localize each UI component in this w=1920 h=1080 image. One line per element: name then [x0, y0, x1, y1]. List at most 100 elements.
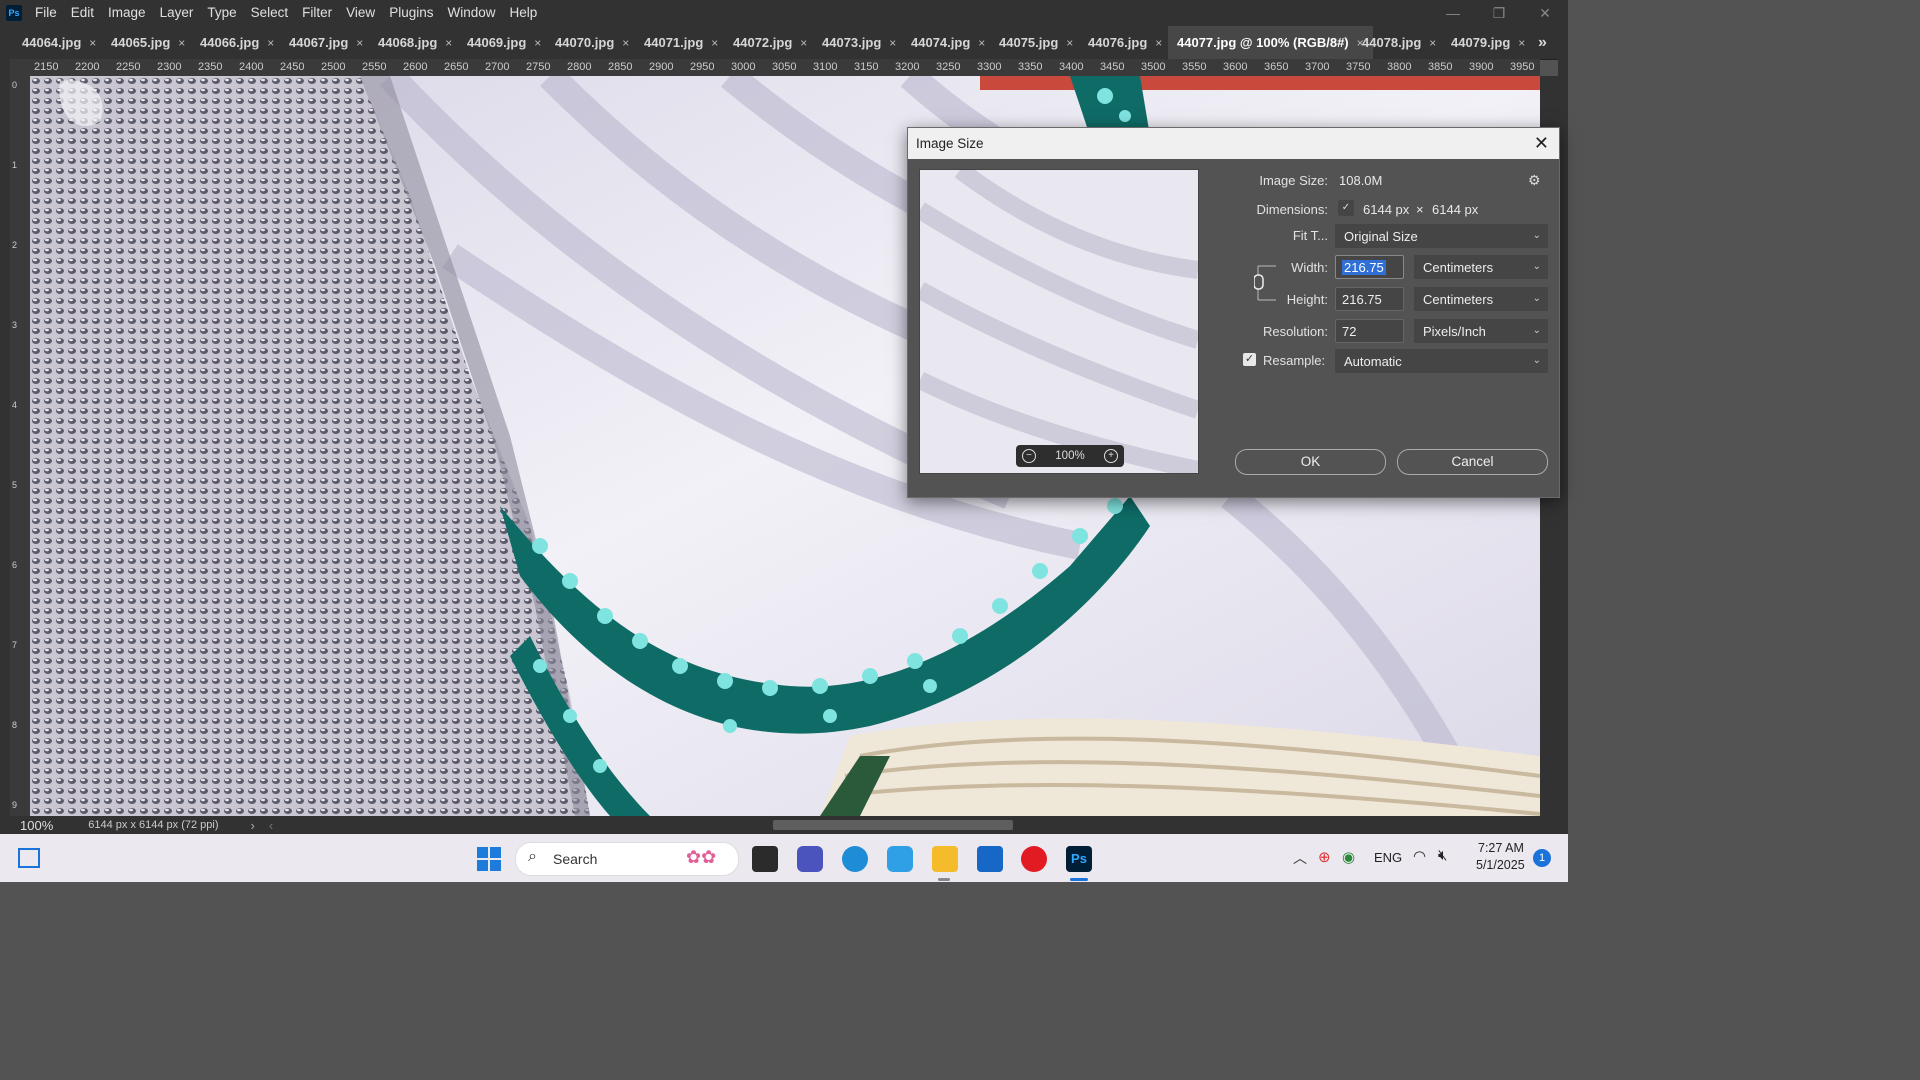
language-indicator[interactable]: ENG — [1374, 850, 1402, 865]
tab-close-icon[interactable]: × — [89, 36, 96, 50]
menu-view[interactable]: View — [339, 0, 382, 26]
height-input[interactable]: 216.75 — [1335, 287, 1404, 311]
resolution-input[interactable]: 72 — [1335, 319, 1404, 343]
menu-file[interactable]: File — [28, 0, 64, 26]
document-info: 6144 px x 6144 px (72 ppi) — [88, 819, 219, 831]
tab-44066[interactable]: 44066.jpg × — [192, 26, 288, 59]
menu-image[interactable]: Image — [101, 0, 153, 26]
hscroll-left-icon[interactable]: ‹ — [269, 818, 273, 833]
resample-checkbox[interactable]: ✓ — [1243, 353, 1256, 366]
hruler-tick: 3100 — [813, 61, 838, 73]
tab-44078[interactable]: 44078.jpg × — [1354, 26, 1450, 59]
tab-44077-active[interactable]: 44077.jpg @ 100% (RGB/8#) × — [1168, 26, 1373, 59]
tab-close-icon[interactable]: × — [800, 36, 807, 50]
tray-app-icon[interactable]: ⊕ — [1318, 848, 1331, 866]
hruler-tick: 3000 — [731, 61, 756, 73]
tab-close-icon[interactable]: × — [445, 36, 452, 50]
height-unit-select[interactable]: Centimeters ⌄ — [1414, 287, 1548, 311]
photoshop-taskbar-icon[interactable]: Ps — [1066, 846, 1092, 872]
zoom-in-icon[interactable]: + — [1103, 449, 1118, 463]
restore-icon[interactable]: ❐ — [1476, 0, 1522, 26]
tab-44068[interactable]: 44068.jpg × — [370, 26, 466, 59]
tab-close-icon[interactable]: × — [534, 36, 541, 50]
zoom-level[interactable]: 100% — [20, 818, 53, 833]
status-arrow-icon[interactable]: › — [251, 818, 255, 833]
menu-window[interactable]: Window — [440, 0, 502, 26]
menu-filter[interactable]: Filter — [295, 0, 339, 26]
clock-time[interactable]: 7:27 AM — [1478, 841, 1524, 855]
store-icon[interactable] — [977, 846, 1003, 872]
file-explorer-icon[interactable] — [932, 846, 958, 872]
menu-layer[interactable]: Layer — [153, 0, 201, 26]
width-input[interactable]: 216.75 — [1335, 255, 1404, 279]
tab-44064[interactable]: 44064.jpg × — [14, 26, 110, 59]
fit-to-select[interactable]: Original Size ⌄ — [1335, 224, 1548, 248]
tab-close-icon[interactable]: × — [622, 36, 629, 50]
dialog-titlebar[interactable]: Image Size ✕ — [908, 128, 1559, 159]
dimensions-dropdown-icon[interactable]: ✓ — [1338, 200, 1354, 216]
tab-44075[interactable]: 44075.jpg × — [991, 26, 1087, 59]
window-close-icon[interactable]: ✕ — [1522, 0, 1568, 26]
menu-help[interactable]: Help — [502, 0, 544, 26]
zoom-out-icon[interactable]: − — [1022, 449, 1036, 463]
settings-gear-icon[interactable]: ⚙ — [1528, 172, 1541, 189]
tab-close-icon[interactable]: × — [978, 36, 985, 50]
dimension-height: 6144 px — [1432, 202, 1479, 217]
resample-value: Automatic — [1344, 354, 1402, 369]
tab-44070[interactable]: 44070.jpg × — [547, 26, 643, 59]
tab-44067[interactable]: 44067.jpg × — [281, 26, 377, 59]
dimension-width: 6144 px — [1363, 202, 1410, 217]
horizontal-scrollbar-thumb[interactable] — [773, 820, 1013, 830]
tab-44065[interactable]: 44065.jpg × — [103, 26, 199, 59]
ok-button[interactable]: OK — [1235, 449, 1386, 475]
hruler-tick: 3850 — [1428, 61, 1453, 73]
minimize-icon[interactable]: — — [1430, 0, 1476, 26]
wifi-icon[interactable]: ◠ — [1413, 847, 1426, 865]
tab-44074[interactable]: 44074.jpg × — [903, 26, 999, 59]
tab-close-icon[interactable]: × — [1518, 36, 1525, 50]
tab-close-icon[interactable]: × — [356, 36, 363, 50]
task-view-icon[interactable] — [752, 846, 778, 872]
close-icon[interactable]: ✕ — [1534, 133, 1549, 154]
tab-close-icon[interactable]: × — [267, 36, 274, 50]
tab-44069[interactable]: 44069.jpg × — [459, 26, 555, 59]
copilot-icon[interactable] — [887, 846, 913, 872]
tab-close-icon[interactable]: × — [1429, 36, 1436, 50]
tab-44072[interactable]: 44072.jpg × — [725, 26, 821, 59]
volume-muted-icon[interactable]: 🔇︎ — [1438, 847, 1447, 864]
resample-select[interactable]: Automatic ⌄ — [1335, 349, 1548, 373]
chevron-up-icon[interactable]: ︿ — [1293, 848, 1307, 868]
tab-close-icon[interactable]: × — [889, 36, 896, 50]
taskbar-search[interactable]: ⌕ Search ✿✿ — [515, 842, 739, 876]
tab-44079[interactable]: 44079.jpg × — [1443, 26, 1539, 59]
tab-44073[interactable]: 44073.jpg × — [814, 26, 910, 59]
height-unit-value: Centimeters — [1423, 292, 1494, 307]
menu-plugins[interactable]: Plugins — [382, 0, 440, 26]
notification-badge[interactable]: 1 — [1533, 849, 1551, 867]
width-unit-select[interactable]: Centimeters ⌄ — [1414, 255, 1548, 279]
widgets-icon[interactable] — [18, 848, 40, 868]
tray-globe-icon[interactable]: ◉ — [1342, 848, 1355, 866]
resolution-unit-select[interactable]: Pixels/Inch ⌄ — [1414, 319, 1548, 343]
teams-icon[interactable] — [797, 846, 823, 872]
menu-edit[interactable]: Edit — [64, 0, 101, 26]
edge-icon[interactable] — [842, 846, 868, 872]
opera-icon[interactable] — [1021, 846, 1047, 872]
menu-type[interactable]: Type — [200, 0, 243, 26]
tab-close-icon[interactable]: × — [1155, 36, 1162, 50]
tab-label: 44073.jpg — [822, 35, 882, 50]
horizontal-ruler: 2150 2200 2250 2300 2350 2400 2450 2500 2550 2600… — [30, 59, 1540, 77]
tab-44076[interactable]: 44076.jpg × — [1080, 26, 1176, 59]
cancel-button[interactable]: Cancel — [1397, 449, 1548, 475]
status-bar: 100% 6144 px x 6144 px (72 ppi) › ‹ — [0, 816, 1568, 834]
tab-close-icon[interactable]: × — [711, 36, 718, 50]
tab-close-icon[interactable]: × — [178, 36, 185, 50]
windows-start-icon[interactable] — [477, 847, 501, 871]
clock-date[interactable]: 5/1/2025 — [1476, 858, 1525, 872]
tab-overflow-icon[interactable]: » — [1538, 26, 1558, 59]
preview-zoom-level: 100% — [1055, 450, 1085, 462]
menu-select[interactable]: Select — [244, 0, 296, 26]
tab-44071[interactable]: 44071.jpg × — [636, 26, 732, 59]
image-preview[interactable]: − 100% + — [919, 169, 1199, 474]
tab-close-icon[interactable]: × — [1066, 36, 1073, 50]
